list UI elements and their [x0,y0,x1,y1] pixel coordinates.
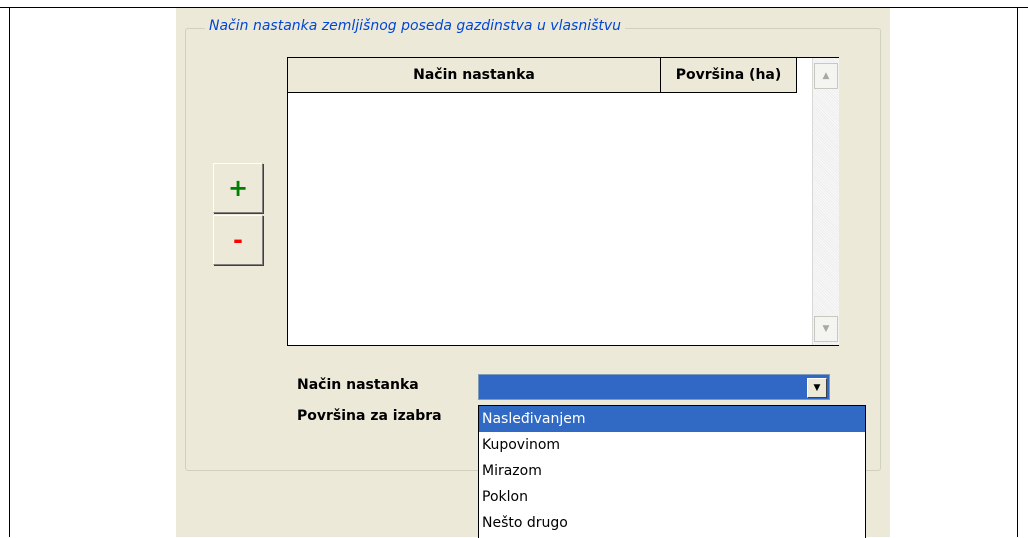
scroll-down-button[interactable]: ▼ [814,316,838,342]
dropdown-option[interactable]: Kupovinom [479,432,865,458]
arrow-down-icon: ▼ [822,324,830,334]
groupbox-title: Način nastanka zemljišnog poseda gazdins… [205,18,626,34]
window-border-left [9,7,10,537]
grid-vertical-scrollbar[interactable] [812,58,839,345]
remove-row-button[interactable]: - [213,215,263,265]
add-row-button[interactable]: + [213,163,263,213]
column-header-nacin[interactable]: Način nastanka [288,58,661,93]
nacin-label: Način nastanka [297,377,419,393]
column-header-povrsina[interactable]: Površina (ha) [661,58,797,93]
scroll-up-button[interactable]: ▲ [814,63,838,89]
plus-icon: + [227,174,249,202]
window-border-right [1017,7,1018,537]
dropdown-option[interactable]: Mirazom [479,458,865,484]
ownership-grid[interactable]: Način nastanka Površina (ha) ▲ ▼ [287,57,839,346]
povrsina-label: Površina za izabra [297,408,442,424]
arrow-up-icon: ▲ [822,71,830,81]
minus-icon: - [233,226,243,254]
nacin-dropdown-list[interactable]: Nasleđivanjem Kupovinom Mirazom Poklon N… [478,405,866,538]
chevron-down-icon: ▼ [813,383,821,393]
combobox-dropdown-button[interactable]: ▼ [807,378,827,398]
dropdown-option[interactable]: Nasleđivanjem [479,406,865,432]
dropdown-option[interactable]: Nešto drugo [479,510,865,536]
nacin-combobox[interactable]: ▼ [478,374,830,400]
dropdown-option[interactable]: Poklon [479,484,865,510]
